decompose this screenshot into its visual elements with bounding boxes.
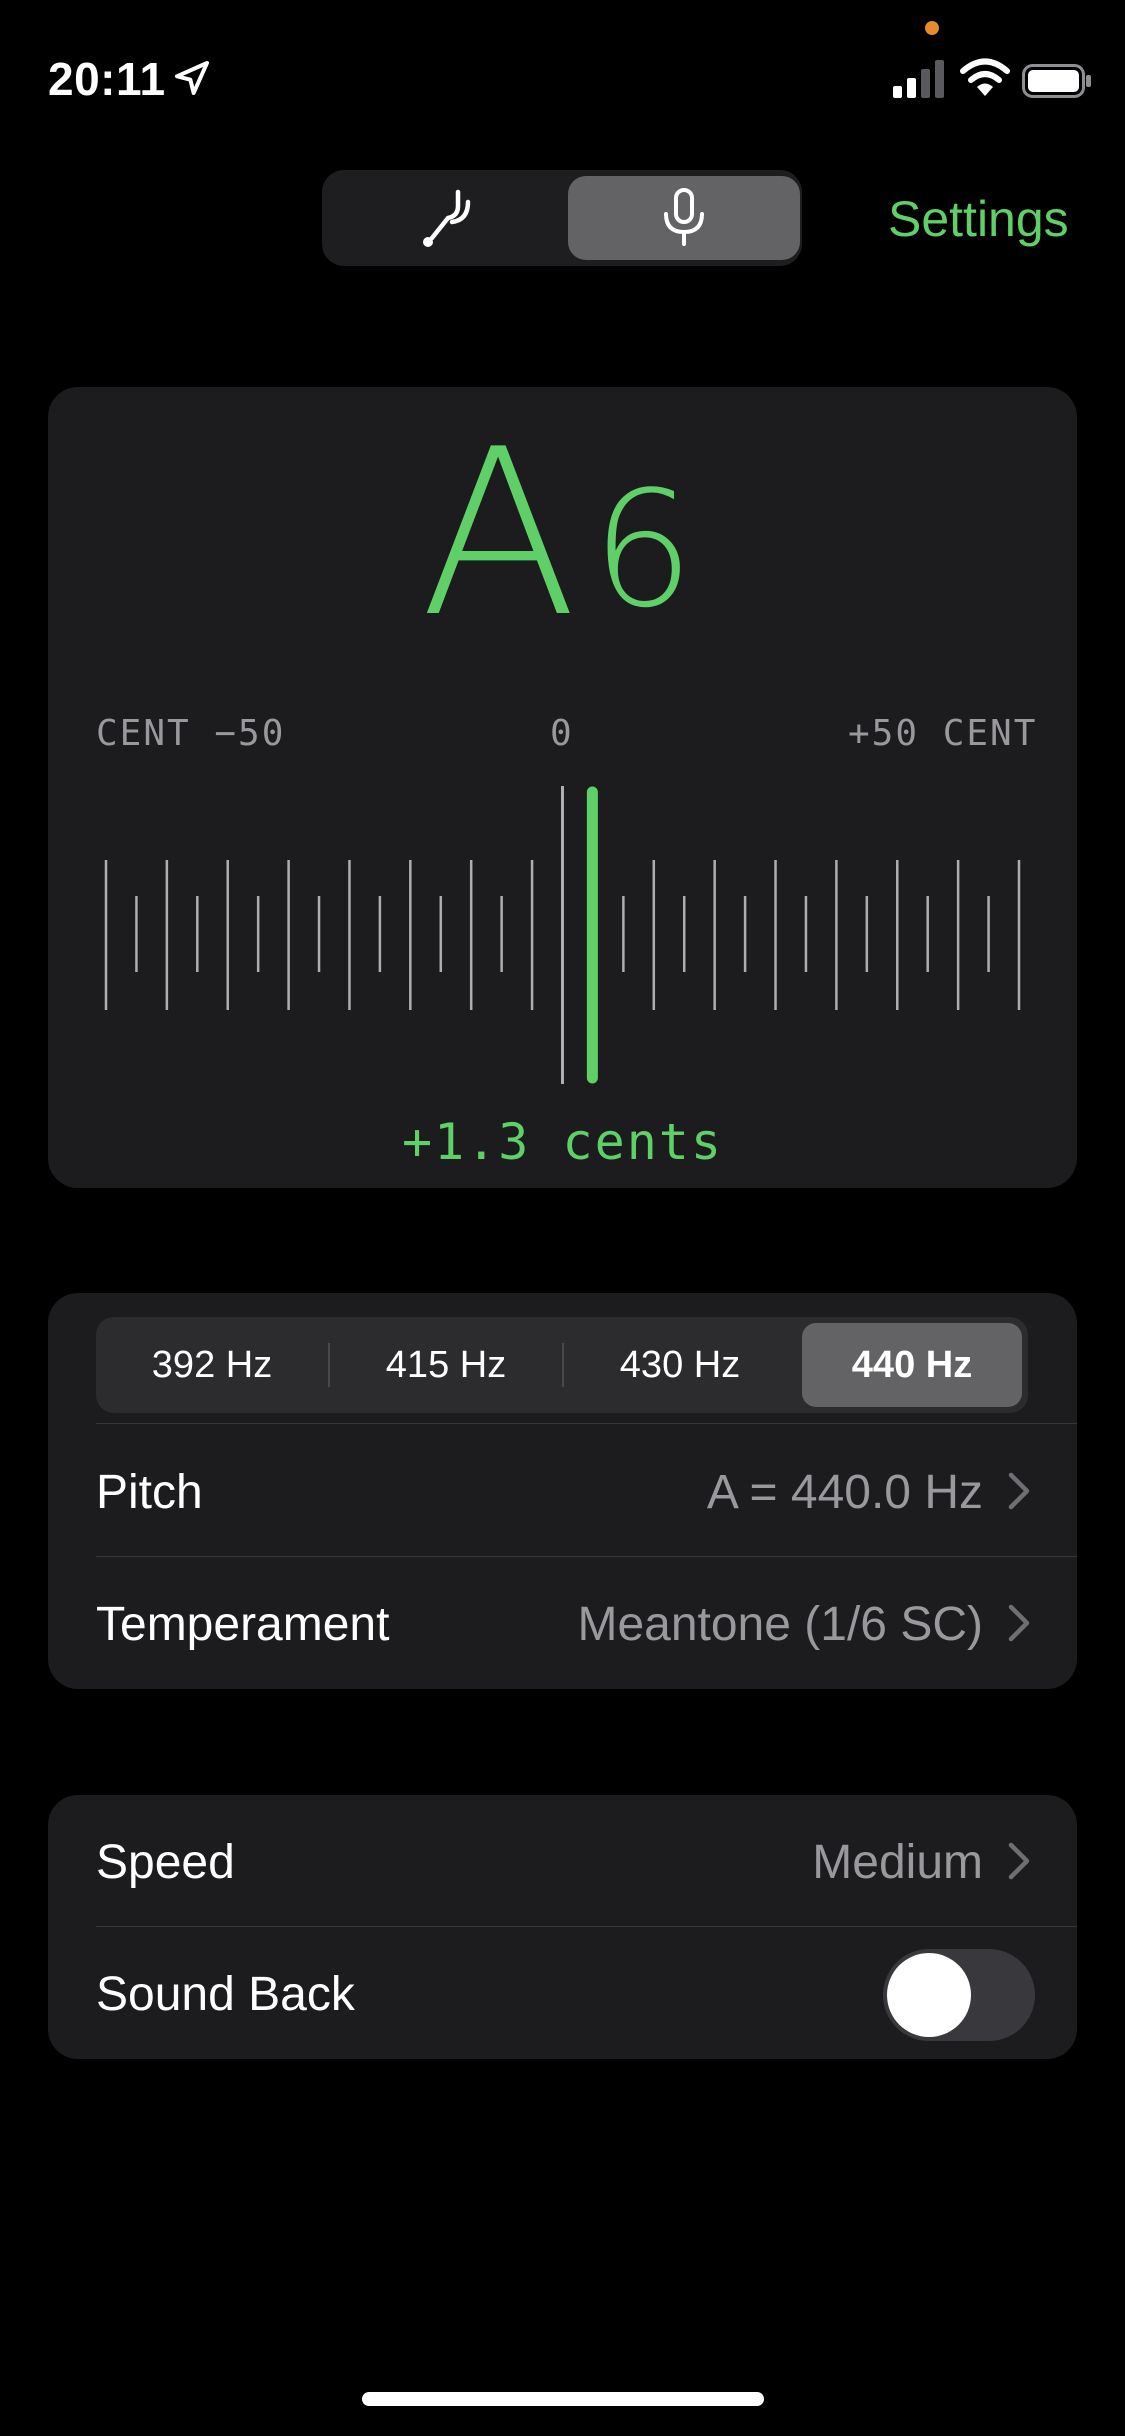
pitch-label: Pitch bbox=[96, 1466, 203, 1519]
scale-label-min: CENT −50 bbox=[96, 713, 286, 754]
speed-label: Speed bbox=[96, 1836, 235, 1889]
temperament-label: Temperament bbox=[96, 1598, 390, 1651]
speed-row[interactable]: Speed Medium bbox=[96, 1795, 1077, 1927]
cellular-signal-icon bbox=[893, 60, 944, 98]
privacy-indicator-dot bbox=[925, 21, 939, 35]
segment-divider bbox=[562, 1343, 564, 1387]
chevron-right-icon bbox=[1008, 1604, 1030, 1642]
pitch-value: A = 440.0 Hz bbox=[706, 1466, 983, 1519]
scale-label-max: +50 CENT bbox=[848, 713, 1038, 754]
chevron-right-icon bbox=[1008, 1842, 1030, 1880]
freq-option-392[interactable]: 392 Hz bbox=[102, 1323, 322, 1407]
freq-option-430[interactable]: 430 Hz bbox=[570, 1323, 790, 1407]
mode-segmented-control bbox=[322, 170, 802, 266]
playback-settings-group: Speed Medium Sound Back bbox=[48, 1795, 1077, 2059]
sound-back-row: Sound Back bbox=[96, 1927, 1077, 2059]
tuning-fork-mode-button[interactable] bbox=[328, 176, 560, 260]
status-bar: 20:11 bbox=[0, 0, 1125, 150]
reference-frequency-selector: 392 Hz 415 Hz 430 Hz 440 Hz bbox=[96, 1317, 1028, 1413]
battery-icon bbox=[1022, 64, 1091, 98]
sound-back-toggle[interactable] bbox=[883, 1949, 1035, 2041]
microphone-mode-button[interactable] bbox=[568, 176, 800, 260]
settings-button[interactable]: Settings bbox=[888, 190, 1069, 248]
freq-option-440[interactable]: 440 Hz bbox=[802, 1323, 1022, 1407]
freq-option-415[interactable]: 415 Hz bbox=[336, 1323, 556, 1407]
detected-note-letter: A bbox=[420, 401, 578, 668]
detected-note-octave: 6 bbox=[592, 456, 694, 643]
pitch-row[interactable]: Pitch A = 440.0 Hz bbox=[96, 1425, 1077, 1557]
segment-divider bbox=[328, 1343, 330, 1387]
tuning-fork-icon bbox=[423, 189, 471, 247]
temperament-row[interactable]: Temperament Meantone (1/6 SC) bbox=[96, 1557, 1077, 1689]
location-arrow-icon bbox=[175, 61, 209, 95]
temperament-value: Meantone (1/6 SC) bbox=[577, 1598, 983, 1651]
speed-value: Medium bbox=[812, 1836, 983, 1889]
chevron-right-icon bbox=[1008, 1472, 1030, 1510]
scale-label-center: 0 bbox=[550, 713, 574, 754]
row-divider bbox=[96, 1423, 1077, 1424]
sound-back-label: Sound Back bbox=[96, 1968, 355, 2021]
toggle-knob bbox=[887, 1953, 971, 2037]
home-indicator bbox=[362, 2392, 764, 2406]
status-time: 20:11 bbox=[48, 53, 166, 105]
pitch-settings-group: 392 Hz 415 Hz 430 Hz 440 Hz Pitch A = 44… bbox=[48, 1293, 1077, 1689]
cents-readout: +1.3 cents bbox=[401, 1113, 724, 1171]
microphone-icon bbox=[664, 188, 704, 246]
wifi-icon bbox=[960, 58, 1010, 96]
